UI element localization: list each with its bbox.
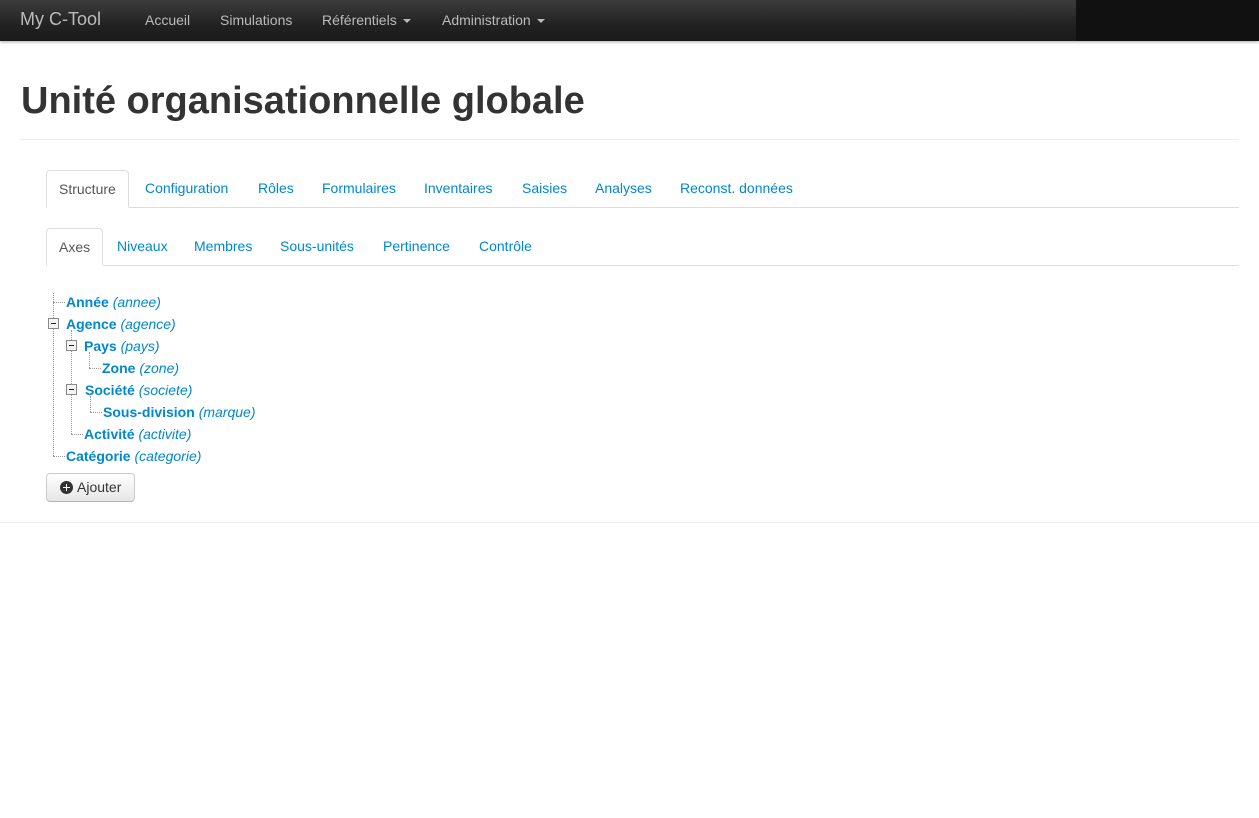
main-tabs: Structure Configuration Rôles Formulaire… [46,170,1239,208]
tab-niveaux[interactable]: Niveaux [117,228,168,265]
tab-reconst-donnees[interactable]: Reconst. données [680,170,793,207]
caret-down-icon [402,19,411,24]
tree-node-activite[interactable]: Activité (activite) [84,426,191,442]
tree-line [90,412,102,413]
tab-saisies[interactable]: Saisies [522,170,567,207]
tab-analyses[interactable]: Analyses [595,170,652,207]
tree-line [71,434,83,435]
caret-down-icon [536,19,545,24]
collapse-toggle-icon[interactable] [66,384,77,395]
tree-node-annee[interactable]: Année (annee) [66,294,161,310]
tab-structure[interactable]: Structure [46,170,129,208]
tree-node-pays[interactable]: Pays (pays) [84,338,160,354]
tab-axes[interactable]: Axes [46,228,104,266]
collapse-toggle-icon[interactable] [66,340,77,351]
nav-referentiels-dropdown[interactable]: Référentiels [322,12,411,28]
tree-line [89,368,101,369]
tree-node-label: Société [85,382,135,398]
tab-membres[interactable]: Membres [194,228,252,265]
title-divider [20,139,1239,140]
nav-administration-dropdown[interactable]: Administration [442,12,545,28]
tree-node-ref: (pays) [120,338,160,354]
top-navbar: My C-Tool Accueil Simulations Référentie… [0,0,1259,41]
page-title: Unité organisationnelle globale [21,80,585,122]
tab-formulaires[interactable]: Formulaires [322,170,396,207]
tab-sous-unites[interactable]: Sous-unités [280,228,354,265]
tree-node-ref: (agence) [120,316,176,332]
tree-node-sous-division[interactable]: Sous-division (marque) [103,404,255,420]
nav-simulations[interactable]: Simulations [220,12,292,28]
nav-referentiels-label: Référentiels [322,12,397,28]
brand-logo[interactable]: My C-Tool [20,9,101,30]
tree-line [53,302,65,303]
tree-node-ref: (activite) [138,426,192,442]
tree-line [53,456,65,457]
tree-node-label: Activité [84,426,135,442]
plus-circle-icon [60,481,73,494]
tree-node-ref: (marque) [198,404,256,420]
footer-divider [0,522,1259,523]
tree-node-label: Pays [84,338,117,354]
nav-accueil[interactable]: Accueil [145,12,190,28]
tree-node-label: Agence [66,316,117,332]
tree-node-ref: (societe) [138,382,193,398]
tree-node-categorie[interactable]: Catégorie (categorie) [66,448,201,464]
tree-node-label: Sous-division [103,404,195,420]
sub-tabs: Axes Niveaux Membres Sous-unités Pertine… [46,228,1239,266]
tree-node-label: Catégorie [66,448,131,464]
tab-configuration[interactable]: Configuration [145,170,228,207]
add-button-label: Ajouter [77,479,122,495]
tab-controle[interactable]: Contrôle [479,228,532,265]
collapse-toggle-icon[interactable] [48,318,59,329]
tab-roles[interactable]: Rôles [258,170,294,207]
tree-node-societe[interactable]: Société (societe) [85,382,192,398]
navbar-right-area [1076,0,1259,41]
tree-node-ref: (zone) [139,360,180,376]
nav-administration-label: Administration [442,12,531,28]
tree-node-ref: (categorie) [134,448,202,464]
tree-line [89,352,90,368]
tree-line [90,396,91,412]
tab-inventaires[interactable]: Inventaires [424,170,492,207]
tree-node-zone[interactable]: Zone (zone) [102,360,179,376]
add-axis-button[interactable]: Ajouter [46,473,135,502]
tree-node-ref: (annee) [112,294,161,310]
tab-pertinence[interactable]: Pertinence [383,228,450,265]
tree-node-label: Zone [102,360,136,376]
tree-node-label: Année [66,294,109,310]
tree-node-agence[interactable]: Agence (agence) [66,316,176,332]
